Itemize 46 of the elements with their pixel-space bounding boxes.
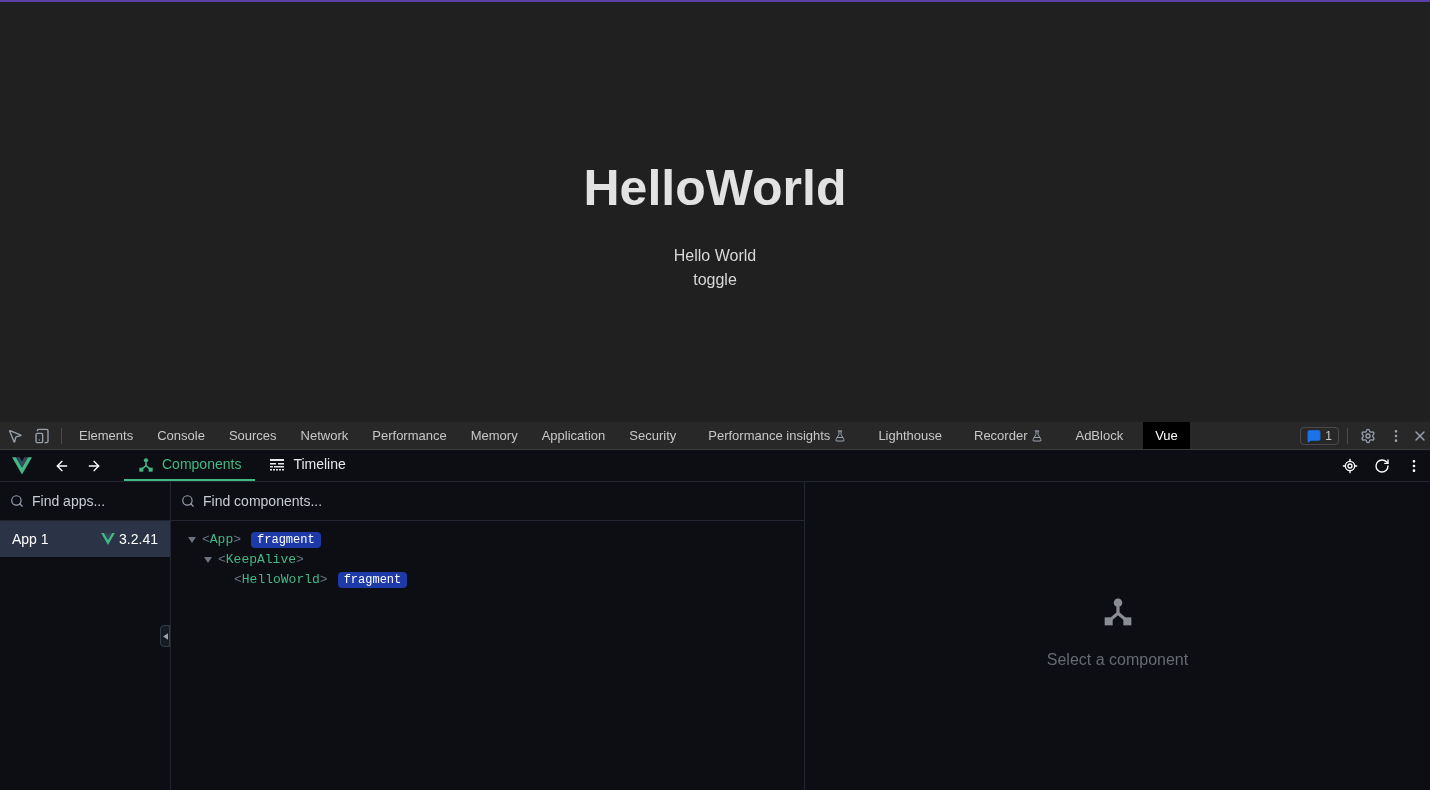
hello-message: Hello World xyxy=(673,246,757,266)
apps-search-field[interactable]: Find apps... xyxy=(32,490,152,512)
toggle-link[interactable]: toggle xyxy=(693,268,737,292)
locate-icon[interactable] xyxy=(1342,457,1358,474)
collapse-handle[interactable] xyxy=(160,625,170,647)
empty-state-message: Select a component xyxy=(1046,650,1189,670)
component-tree-icon xyxy=(138,456,154,473)
timeline-icon xyxy=(269,456,286,473)
settings-icon[interactable] xyxy=(1360,427,1376,444)
devtools-tab[interactable]: Elements xyxy=(67,422,146,449)
devtools-tab[interactable]: AdBlock xyxy=(1063,422,1136,449)
vue-nav-tab[interactable]: Components xyxy=(124,450,256,481)
component-tag[interactable]: <HelloWorld> xyxy=(234,570,328,590)
search-icon xyxy=(181,494,195,508)
message-icon xyxy=(1307,428,1322,443)
components-search-field[interactable]: Find components... xyxy=(203,490,503,512)
devtools-tab[interactable]: Console xyxy=(145,422,217,449)
vue-nav-tab[interactable]: Timeline xyxy=(255,450,360,481)
component-tag[interactable]: <App> xyxy=(202,530,242,550)
vue-logo-icon xyxy=(12,456,32,475)
page-heading: HelloWorld xyxy=(583,159,847,218)
vue-version: 3.2.41 xyxy=(119,529,158,549)
devtools-tab[interactable]: Application xyxy=(529,422,618,449)
devtools-tab[interactable]: Recorder xyxy=(962,422,1056,449)
devtools-tab[interactable]: Sources xyxy=(216,422,289,449)
devtools-tab[interactable]: Security xyxy=(617,422,689,449)
fragment-badge: fragment xyxy=(251,532,321,548)
devtools-tab[interactable]: Performance insights xyxy=(696,422,859,449)
devtools-tab[interactable]: Vue xyxy=(1143,422,1190,449)
fragment-badge: fragment xyxy=(337,572,408,588)
expand-toggle-icon[interactable] xyxy=(204,557,212,563)
component-tag[interactable]: <KeepAlive> xyxy=(218,550,304,570)
devtools-tab[interactable]: Performance xyxy=(360,422,459,449)
vue-logo-icon xyxy=(101,533,116,545)
inspect-element-icon[interactable] xyxy=(7,427,23,444)
app-list-item[interactable]: App 1 3.2.41 xyxy=(0,521,170,557)
devtools-tab[interactable]: Lighthouse xyxy=(866,422,954,449)
refresh-icon[interactable] xyxy=(1374,457,1390,474)
expand-toggle-icon[interactable] xyxy=(188,537,196,543)
device-toolbar-icon[interactable] xyxy=(34,427,50,444)
issues-counter[interactable]: 1 xyxy=(1300,426,1339,445)
issues-count: 1 xyxy=(1325,427,1332,445)
devtools-tab[interactable]: Network xyxy=(288,422,361,449)
caret-icon xyxy=(162,632,168,640)
search-icon xyxy=(10,494,24,508)
devtools-tab[interactable]: Memory xyxy=(458,422,530,449)
